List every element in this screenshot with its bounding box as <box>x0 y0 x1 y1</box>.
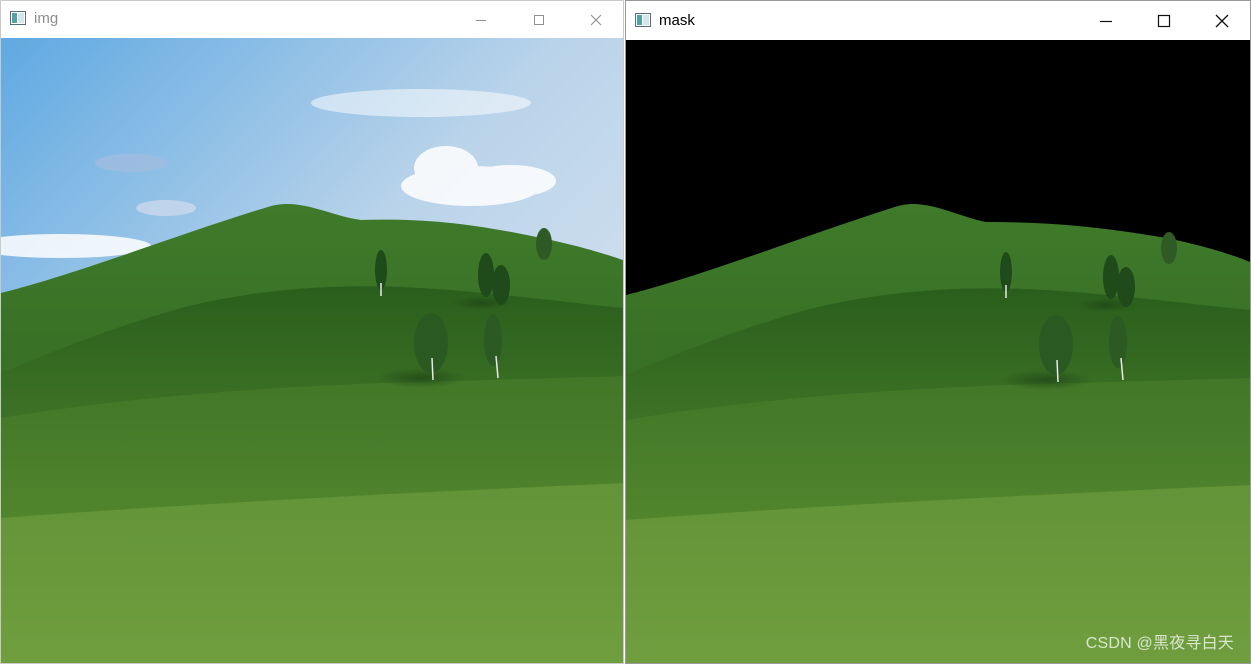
minimize-icon <box>1100 20 1112 22</box>
img-window: img <box>0 0 624 664</box>
watermark-text: CSDN @黑夜寻白天 <box>1085 635 1234 652</box>
img-canvas <box>1 38 623 663</box>
maximize-icon <box>534 14 544 25</box>
opencv-window-icon[interactable] <box>635 13 651 27</box>
mask-minimize-button[interactable] <box>1077 1 1135 40</box>
mask-canvas: CSDN @黑夜寻白天 <box>626 40 1250 663</box>
landscape-image <box>1 38 623 663</box>
mask-close-button[interactable] <box>1193 1 1250 40</box>
opencv-window-icon[interactable] <box>10 11 26 25</box>
mask-titlebar[interactable]: mask <box>626 1 1250 40</box>
mask-window: mask CSDN @黑夜寻白天 <box>625 0 1251 664</box>
close-icon <box>1215 14 1229 27</box>
mask-maximize-button[interactable] <box>1135 1 1193 40</box>
mask-window-title: mask <box>659 12 695 29</box>
close-icon <box>590 14 602 25</box>
masked-landscape-image <box>626 40 1250 663</box>
img-window-title: img <box>34 10 59 27</box>
img-titlebar[interactable]: img <box>1 1 623 38</box>
minimize-icon <box>476 19 486 21</box>
img-minimize-button[interactable] <box>452 1 510 38</box>
img-maximize-button[interactable] <box>510 1 568 38</box>
maximize-icon <box>1157 14 1171 27</box>
img-close-button[interactable] <box>567 1 623 38</box>
